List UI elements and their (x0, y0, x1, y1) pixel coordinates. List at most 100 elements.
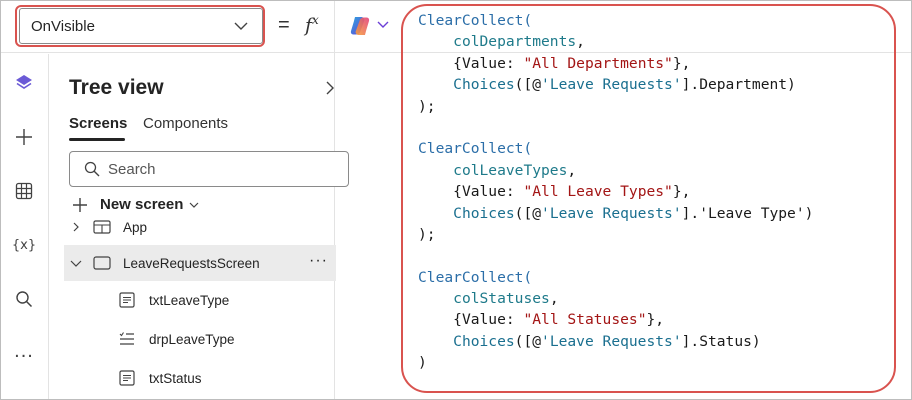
code-token: Value (461, 311, 506, 329)
tree-item-leaverequestsscreen[interactable]: LeaveRequestsScreen ··· (64, 245, 336, 281)
tree-item-label: drpLeaveType (149, 331, 235, 347)
dropdown-icon (119, 332, 134, 345)
code-token: 'Leave Requests' (541, 204, 682, 222)
app-icon (93, 220, 111, 234)
code-line: ) (418, 352, 813, 373)
layers-icon[interactable] (13, 72, 35, 94)
code-token: , (576, 33, 585, 51)
tree-item-label: txtLeaveType (149, 292, 230, 308)
editor-divider (334, 1, 335, 399)
code-token: { (453, 311, 462, 329)
chevron-right-icon[interactable] (70, 222, 82, 232)
code-token: : (505, 183, 524, 201)
search-icon[interactable] (13, 288, 35, 310)
chevron-down-icon (234, 22, 248, 30)
tree-item-txtstatus[interactable]: txtStatus (119, 368, 202, 388)
code-token: colLeaveTypes (453, 161, 568, 179)
more-options-icon[interactable]: ··· (309, 253, 328, 269)
collapse-panel-icon[interactable] (324, 80, 336, 96)
label-icon (119, 292, 135, 308)
code-token: "All Statuses" (523, 311, 647, 329)
code-token: ([@ (514, 76, 542, 94)
code-line: Choices([@'Leave Requests'].'Leave Type'… (418, 203, 813, 224)
plus-icon[interactable] (13, 126, 35, 148)
label-icon (119, 370, 135, 386)
tree-view-title: Tree view (69, 76, 164, 99)
fx-icon: fx (305, 13, 319, 37)
code-token: "All Leave Types" (523, 183, 673, 201)
code-line: {Value: "All Leave Types"}, (418, 181, 813, 202)
chevron-down-icon (189, 202, 199, 208)
plus-icon (73, 197, 87, 212)
code-token: ClearCollect( (418, 268, 533, 286)
new-screen-label: New screen (100, 196, 184, 213)
code-line: {Value: "All Departments"}, (418, 53, 813, 74)
code-token: "All Departments" (523, 54, 673, 72)
table-icon[interactable] (13, 180, 35, 202)
property-dropdown-value: OnVisible (31, 17, 95, 35)
code-token: ([@ (514, 204, 542, 222)
code-line: colStatuses, (418, 288, 813, 309)
tree-item-txtleavetype[interactable]: txtLeaveType (119, 290, 229, 310)
tab-screens[interactable]: Screens (69, 115, 127, 132)
tree-item-label: LeaveRequestsScreen (123, 255, 260, 271)
code-token: colStatuses (453, 290, 550, 308)
chevron-down-icon[interactable] (70, 258, 82, 268)
code-token: 'Leave Requests' (541, 332, 682, 350)
code-token: , (549, 290, 559, 308)
copilot-chevron-icon[interactable] (377, 20, 389, 30)
code-token: Choices (453, 76, 515, 94)
copilot-icon[interactable] (349, 15, 371, 37)
code-token: ) (418, 354, 427, 372)
code-token: ].Department) (681, 76, 796, 94)
code-line: ClearCollect( (418, 138, 813, 159)
code-line: ); (418, 96, 813, 117)
code-token: Choices (453, 204, 515, 222)
more-icon[interactable]: ... (13, 340, 35, 362)
code-token: ); (418, 225, 436, 243)
code-token: ].'Leave Type') (681, 204, 814, 222)
code-line: Choices([@'Leave Requests'].Status) (418, 331, 813, 352)
code-token: , (567, 161, 577, 179)
code-token: ].Status) (681, 332, 761, 350)
code-line: ClearCollect( (418, 267, 813, 288)
formula-editor[interactable]: ClearCollect( colDepartments, {Value: "A… (418, 10, 813, 374)
code-line: {Value: "All Statuses"}, (418, 309, 813, 330)
active-tab-indicator (69, 138, 125, 141)
code-line: Choices([@'Leave Requests'].Department) (418, 74, 813, 95)
left-rail: {x} ... (1, 54, 49, 399)
code-token: }, (672, 183, 691, 201)
code-token: { (453, 183, 462, 201)
variable-icon[interactable]: {x} (12, 234, 36, 256)
code-line: colLeaveTypes, (418, 160, 813, 181)
code-token: ); (418, 97, 436, 115)
code-token: ([@ (514, 332, 542, 350)
code-token: Choices (453, 332, 515, 350)
tree-item-drpleavetype[interactable]: drpLeaveType (119, 329, 235, 349)
code-token: : (505, 311, 524, 329)
property-dropdown[interactable]: OnVisible (19, 8, 263, 44)
tab-components[interactable]: Components (143, 115, 228, 132)
equals-sign: = (278, 14, 290, 36)
code-line: ); (418, 224, 813, 245)
tree-search-box[interactable] (69, 151, 349, 187)
code-line: colDepartments, (418, 31, 813, 52)
tree-search-input[interactable] (108, 159, 338, 179)
code-token: Value (461, 183, 506, 201)
code-token: ClearCollect( (418, 12, 533, 29)
new-screen-button[interactable]: New screen (72, 196, 199, 213)
tree-item-app[interactable]: App (70, 218, 147, 236)
code-token: { (453, 54, 462, 72)
code-token: Value (461, 54, 506, 72)
code-line: ClearCollect( (418, 10, 813, 31)
code-token: : (505, 54, 524, 72)
